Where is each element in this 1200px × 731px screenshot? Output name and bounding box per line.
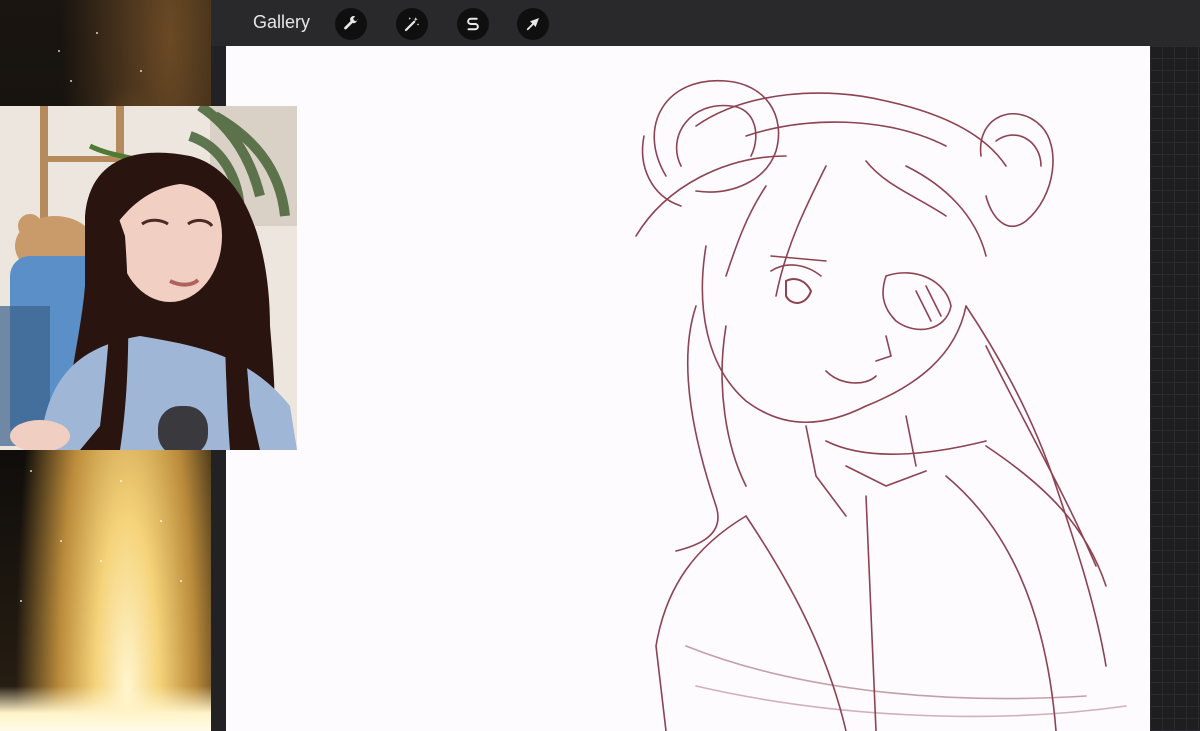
character-sketch [635,79,1127,731]
top-toolbar: Gallery [211,0,1200,46]
wrench-icon[interactable] [335,8,367,40]
gallery-button[interactable]: Gallery [253,12,310,33]
selection-s-icon[interactable] [457,8,489,40]
light-glow [0,686,212,731]
canvas-grid-edge [1150,46,1200,731]
magic-wand-icon[interactable] [396,8,428,40]
webcam-image [0,106,297,450]
drawing-canvas[interactable] [226,46,1150,731]
arrow-cursor-icon[interactable] [517,8,549,40]
webcam-overlay [0,106,297,450]
